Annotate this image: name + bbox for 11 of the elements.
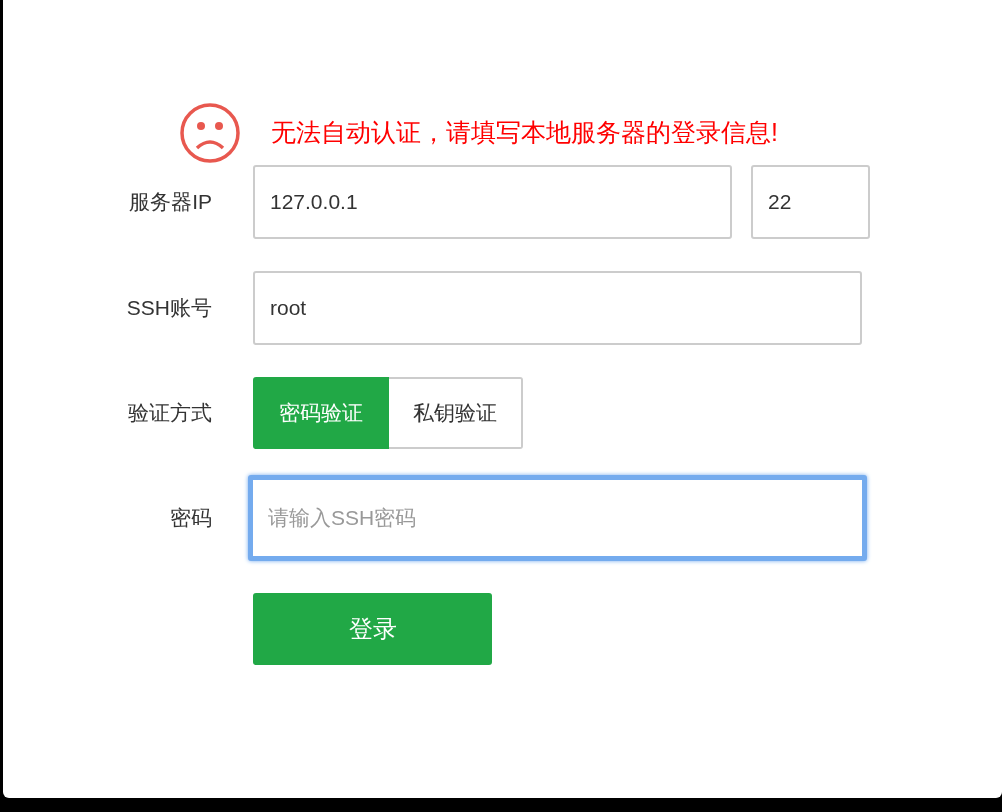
field-label: 密码 [169, 505, 212, 532]
auth-method-tab[interactable]: 私钥验证 [389, 377, 523, 449]
server-ip-field[interactable]: 127.0.0.1 [253, 165, 732, 239]
error-message: 无法自动认证，请填写本地服务器的登录信息! [271, 116, 778, 148]
field-label: 验证方式 [127, 400, 212, 427]
ssh-account-field[interactable]: root [253, 271, 862, 345]
field-label: SSH账号 [125, 295, 212, 322]
sad-face-icon [179, 101, 241, 164]
password-field[interactable]: 请输入SSH密码 [248, 475, 867, 561]
port-field[interactable]: 22 [751, 165, 870, 239]
field-label: 服务器IP [128, 189, 212, 216]
